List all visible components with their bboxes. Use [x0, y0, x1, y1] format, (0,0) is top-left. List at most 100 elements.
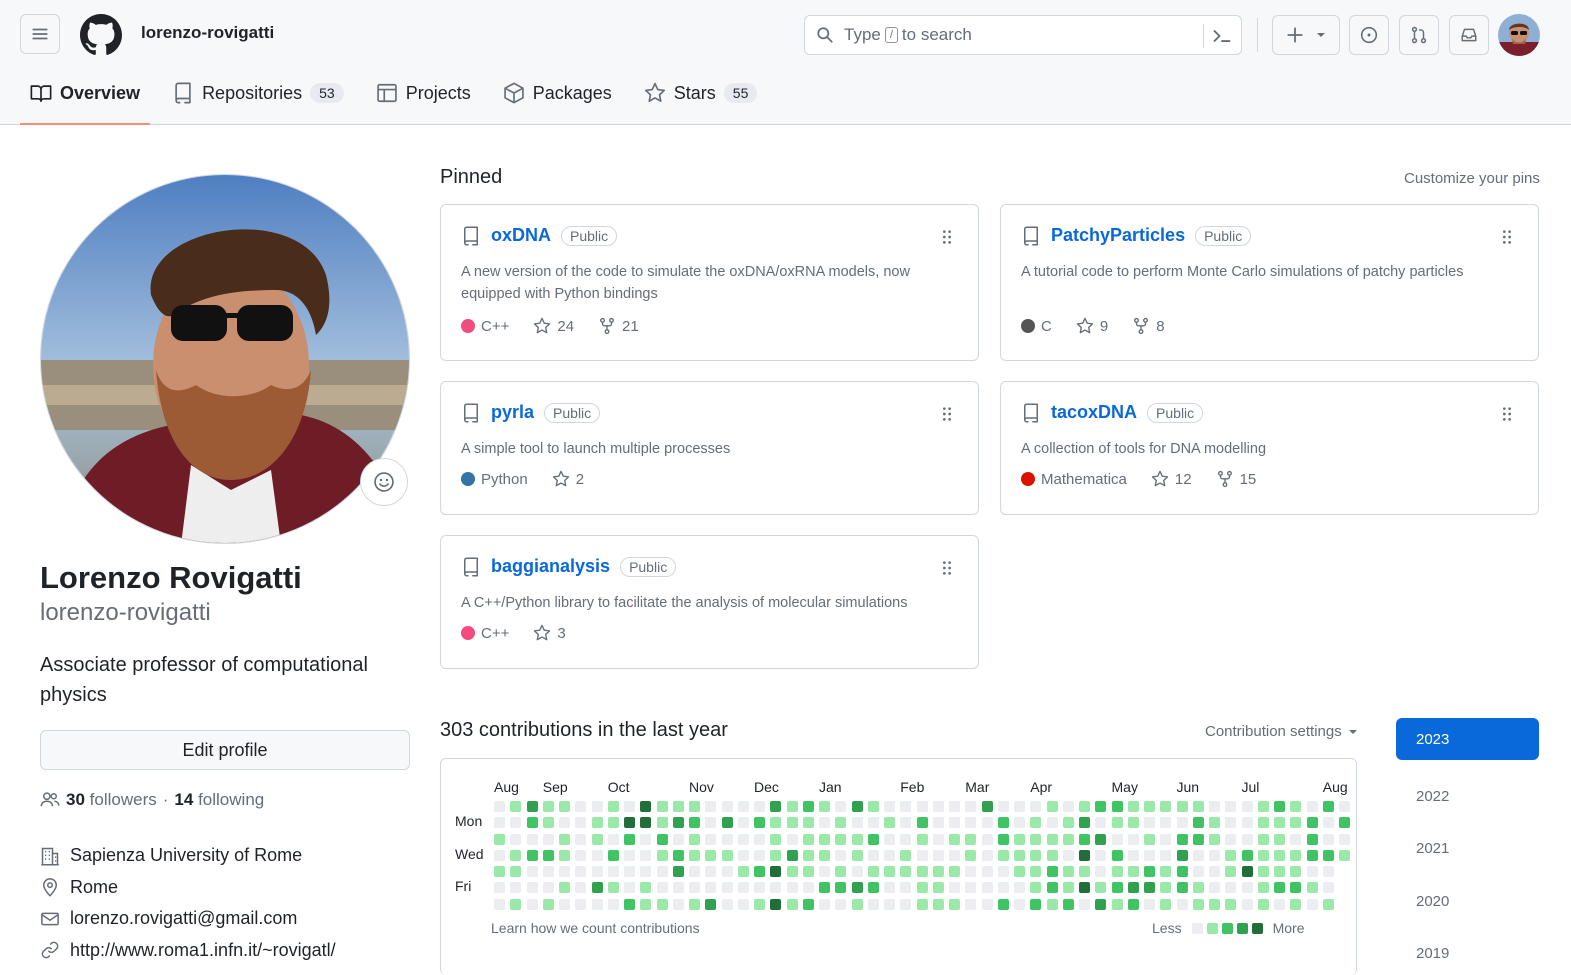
- contribution-day[interactable]: [1209, 801, 1220, 812]
- contribution-day[interactable]: [721, 817, 733, 829]
- contribution-day[interactable]: [1160, 849, 1172, 861]
- contribution-day[interactable]: [786, 817, 798, 829]
- contribution-day[interactable]: [559, 833, 570, 845]
- contribution-day[interactable]: [932, 833, 944, 845]
- contribution-day[interactable]: [1095, 882, 1107, 894]
- contribution-day[interactable]: [1209, 898, 1220, 910]
- contribution-day[interactable]: [949, 833, 960, 845]
- contribution-day[interactable]: [510, 817, 522, 829]
- contribution-day[interactable]: [1111, 849, 1123, 861]
- contribution-day[interactable]: [1079, 849, 1090, 861]
- contribution-day[interactable]: [981, 849, 993, 861]
- contribution-day[interactable]: [900, 817, 912, 829]
- contribution-day[interactable]: [624, 849, 635, 861]
- contribution-day[interactable]: [916, 817, 928, 829]
- repo-stars-link[interactable]: 2: [552, 470, 584, 488]
- contribution-day[interactable]: [721, 801, 733, 812]
- followers-link[interactable]: 30 followers: [66, 790, 157, 810]
- contribution-day[interactable]: [965, 801, 977, 812]
- contribution-day[interactable]: [1274, 882, 1285, 894]
- contribution-day[interactable]: [1127, 898, 1139, 910]
- contribution-day[interactable]: [705, 801, 717, 812]
- year-link-2021[interactable]: 2021: [1396, 823, 1539, 876]
- contribution-day[interactable]: [1079, 898, 1090, 910]
- contribution-day[interactable]: [932, 849, 944, 861]
- contribution-day[interactable]: [997, 898, 1009, 910]
- contribution-day[interactable]: [1144, 833, 1155, 845]
- contribution-day[interactable]: [835, 898, 847, 910]
- contribution-day[interactable]: [884, 801, 895, 812]
- contribution-day[interactable]: [591, 801, 603, 812]
- contribution-day[interactable]: [802, 898, 814, 910]
- user-avatar[interactable]: [1498, 14, 1540, 56]
- contribution-day[interactable]: [494, 866, 505, 877]
- contribution-day[interactable]: [1046, 866, 1058, 877]
- contribution-day[interactable]: [510, 849, 522, 861]
- contribution-day[interactable]: [1306, 898, 1318, 910]
- contribution-day[interactable]: [1079, 817, 1090, 829]
- contribution-day[interactable]: [965, 882, 977, 894]
- contribution-day[interactable]: [1095, 898, 1107, 910]
- drag-handle-icon[interactable]: [1500, 406, 1514, 422]
- contribution-day[interactable]: [965, 866, 977, 877]
- contribution-day[interactable]: [1046, 849, 1058, 861]
- contribution-day[interactable]: [1030, 882, 1042, 894]
- contribution-day[interactable]: [981, 817, 993, 829]
- contribution-day[interactable]: [949, 849, 960, 861]
- contribution-day[interactable]: [884, 882, 895, 894]
- contribution-day[interactable]: [705, 817, 717, 829]
- contribution-day[interactable]: [754, 833, 765, 845]
- contribution-day[interactable]: [916, 866, 928, 877]
- contribution-day[interactable]: [916, 801, 928, 812]
- contribution-day[interactable]: [1290, 882, 1302, 894]
- contribution-day[interactable]: [1241, 866, 1253, 877]
- contribution-day[interactable]: [721, 882, 733, 894]
- contribution-day[interactable]: [1144, 882, 1155, 894]
- repo-forks-link[interactable]: 8: [1132, 317, 1165, 335]
- contribution-day[interactable]: [559, 849, 570, 861]
- contribution-day[interactable]: [1030, 866, 1042, 877]
- contribution-day[interactable]: [607, 801, 619, 812]
- contribution-day[interactable]: [1030, 849, 1042, 861]
- drag-handle-icon[interactable]: [1500, 229, 1514, 245]
- contribution-day[interactable]: [1144, 866, 1155, 877]
- contribution-day[interactable]: [1306, 801, 1318, 812]
- contribution-day[interactable]: [1241, 833, 1253, 845]
- contribution-day[interactable]: [656, 833, 668, 845]
- contribution-day[interactable]: [1095, 866, 1107, 877]
- contribution-day[interactable]: [737, 882, 749, 894]
- contribution-day[interactable]: [672, 849, 684, 861]
- contribution-day[interactable]: [1225, 849, 1237, 861]
- contribution-day[interactable]: [1062, 817, 1074, 829]
- contribution-day[interactable]: [1014, 849, 1025, 861]
- contribution-day[interactable]: [932, 817, 944, 829]
- contribution-day[interactable]: [526, 882, 538, 894]
- contribution-day[interactable]: [1014, 882, 1025, 894]
- contribution-day[interactable]: [526, 898, 538, 910]
- contribution-day[interactable]: [965, 833, 977, 845]
- contribution-day[interactable]: [542, 801, 554, 812]
- contribution-day[interactable]: [575, 866, 587, 877]
- contribution-settings-dropdown[interactable]: Contribution settings: [1205, 723, 1358, 740]
- contribution-day[interactable]: [754, 817, 765, 829]
- contribution-day[interactable]: [1160, 866, 1172, 877]
- contribution-day[interactable]: [1144, 898, 1155, 910]
- contribution-day[interactable]: [997, 817, 1009, 829]
- contribution-day[interactable]: [1306, 866, 1318, 877]
- contribution-day[interactable]: [900, 866, 912, 877]
- contribution-day[interactable]: [851, 882, 863, 894]
- contribution-day[interactable]: [1339, 817, 1350, 829]
- contribution-day[interactable]: [494, 849, 505, 861]
- contribution-day[interactable]: [867, 882, 879, 894]
- contribution-day[interactable]: [689, 801, 700, 812]
- contribution-day[interactable]: [867, 849, 879, 861]
- contribution-day[interactable]: [916, 882, 928, 894]
- contribution-day[interactable]: [1257, 866, 1269, 877]
- contribution-day[interactable]: [1306, 882, 1318, 894]
- contribution-day[interactable]: [1160, 801, 1172, 812]
- command-palette-icon[interactable]: [1212, 26, 1232, 46]
- contribution-day[interactable]: [1079, 882, 1090, 894]
- learn-contributions-link[interactable]: Learn how we count contributions: [491, 920, 700, 936]
- tab-repositories[interactable]: Repositories 53: [162, 70, 354, 116]
- contribution-day[interactable]: [770, 898, 782, 910]
